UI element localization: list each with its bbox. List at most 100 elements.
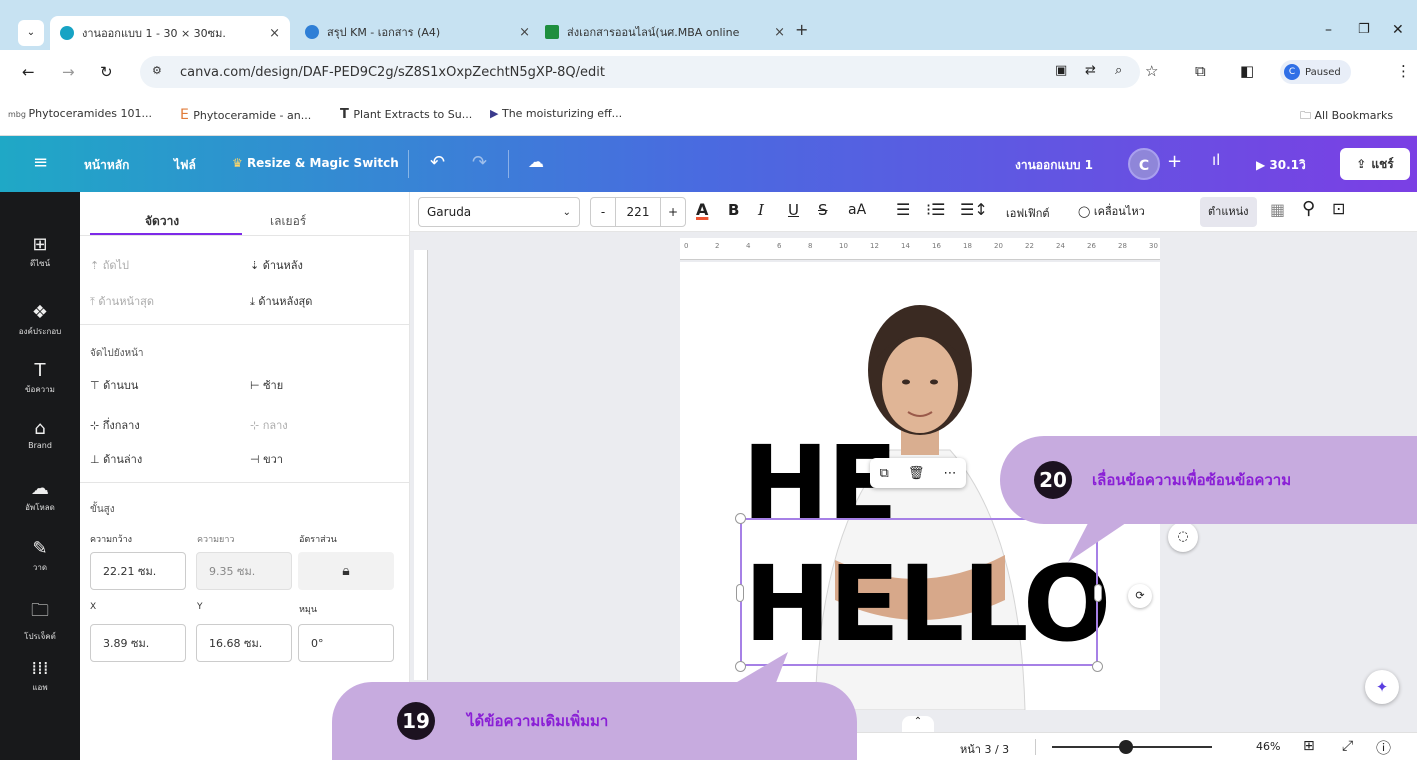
bold-icon[interactable]: B	[728, 201, 739, 219]
bookmark-phytoceramides[interactable]: mbg Phytoceramides 101...	[8, 107, 152, 120]
increase-size-button[interactable]: +	[661, 205, 685, 219]
position-button[interactable]: ตำแหน่ง	[1200, 197, 1257, 227]
tab-arrange[interactable]: จัดวาง	[145, 212, 179, 231]
bookmark-plant-extracts[interactable]: T Plant Extracts to Su...	[340, 107, 472, 122]
page-indicator[interactable]: หน้า 3 / 3	[960, 740, 1009, 758]
zoom-slider-knob[interactable]	[1118, 740, 1133, 754]
align-center-button[interactable]: ⊹ กลาง	[250, 416, 288, 434]
reload-icon[interactable]: ↻	[100, 63, 113, 81]
zoom-level[interactable]: 46%	[1256, 740, 1280, 753]
restore-icon[interactable]: ❐	[1358, 22, 1370, 37]
extensions-icon[interactable]: ⧉	[1195, 62, 1206, 80]
to-back-button[interactable]: ⤓ ด้านหลังสุด	[250, 292, 312, 310]
window-close-icon[interactable]: ✕	[1392, 22, 1404, 38]
forward-icon[interactable]: →	[62, 63, 75, 81]
rail-item-draw[interactable]: ✎ วาด	[0, 538, 80, 574]
tab-mba-online[interactable]: ส่งเอกสารออนไลน์(นศ.MBA online ×	[545, 18, 785, 46]
insights-icon[interactable]: ıl	[1212, 151, 1220, 169]
to-front-button[interactable]: ⤒ ด้านหน้าสุด	[90, 292, 154, 310]
add-people-icon[interactable]: +	[1167, 151, 1182, 172]
grid-view-icon[interactable]: ⊞	[1303, 738, 1315, 754]
translate-icon[interactable]: ⇄	[1085, 63, 1096, 78]
animate-button[interactable]: ◯ เคลื่อนไหว	[1078, 202, 1145, 220]
resize-handle[interactable]	[736, 584, 744, 602]
align-bottom-button[interactable]: ⊥ ด้านล่าง	[90, 450, 142, 468]
close-icon[interactable]: ×	[509, 25, 530, 40]
back-icon[interactable]: ←	[22, 63, 35, 81]
zoom-slider[interactable]	[1052, 740, 1212, 754]
hamburger-menu-icon[interactable]: ≡	[33, 152, 48, 173]
tab-km-document[interactable]: สรุป KM - เอกสาร (A4) ×	[305, 18, 530, 46]
fullscreen-icon[interactable]: ⤢	[1342, 738, 1353, 754]
minimize-icon[interactable]: –	[1325, 22, 1332, 38]
share-button[interactable]: ⇪ แชร์	[1340, 148, 1410, 180]
align-left-button[interactable]: ⊢ ซ้าย	[250, 376, 283, 394]
screenshot-icon[interactable]: ▣	[1055, 63, 1067, 78]
file-menu-button[interactable]: ไฟล์	[174, 156, 196, 175]
present-button[interactable]: ▶ 30.1วิ	[1256, 156, 1306, 175]
lock-icon[interactable]: ⊡	[1332, 199, 1345, 218]
rail-item-text[interactable]: T ข้อความ	[0, 360, 80, 396]
backward-button[interactable]: ⇣ ด้านหลัง	[250, 256, 303, 274]
selection-box[interactable]	[740, 518, 1098, 666]
design-title[interactable]: งานออกแบบ 1	[1015, 156, 1093, 175]
zoom-icon[interactable]: ⌕	[1115, 63, 1122, 78]
rail-item-elements[interactable]: ❖ องค์ประกอบ	[0, 302, 80, 338]
rail-item-brand[interactable]: ⌂ Brand	[0, 418, 80, 450]
resize-handle[interactable]	[1094, 584, 1102, 602]
site-info-icon[interactable]: ⚙	[152, 64, 162, 77]
trash-icon[interactable]: 🗑︎	[908, 466, 925, 481]
bookmark-phytoceramide[interactable]: E Phytoceramide - an...	[180, 107, 311, 123]
home-button[interactable]: หน้าหลัก	[84, 156, 129, 175]
rail-item-uploads[interactable]: ☁ อัพโหลด	[0, 478, 80, 514]
rail-item-design[interactable]: ⊞ ดีไซน์	[0, 234, 80, 270]
help-icon[interactable]: ⓘ	[1376, 737, 1391, 758]
effects-button[interactable]: เอฟเฟิกต์	[1006, 204, 1050, 222]
url-field[interactable]: ⚙ canva.com/design/DAF-PED9C2g/sZ8S1xOxp…	[140, 56, 1140, 88]
align-middle-button[interactable]: ⊹ กึ่งกลาง	[90, 416, 140, 434]
font-size-input[interactable]: 221	[615, 198, 661, 226]
magic-assistant-icon[interactable]: ✦	[1365, 670, 1399, 704]
list-icon[interactable]: ⁝☰	[926, 200, 945, 219]
x-field[interactable]: 3.89 ซม.	[90, 624, 186, 662]
close-icon[interactable]: ×	[764, 25, 785, 40]
resize-handle[interactable]	[735, 513, 746, 524]
rotate-field[interactable]: 0°	[298, 624, 394, 662]
tab-canva-design[interactable]: งานออกแบบ 1 - 30 × 30ซม. ×	[50, 16, 290, 50]
more-icon[interactable]: ⋯	[943, 466, 956, 481]
sidepanel-icon[interactable]: ◧	[1240, 62, 1254, 80]
case-button[interactable]: aA	[848, 202, 866, 218]
italic-icon[interactable]: I	[758, 201, 764, 219]
undo-icon[interactable]: ↶	[430, 152, 445, 173]
tab-layers[interactable]: เลเยอร์	[270, 212, 306, 231]
text-color-icon[interactable]: A	[696, 200, 708, 219]
resize-button[interactable]: ♛ Resize & Magic Switch	[232, 156, 399, 170]
align-right-button[interactable]: ⊣ ขวา	[250, 450, 283, 468]
y-field[interactable]: 16.68 ซม.	[196, 624, 292, 662]
transparency-icon[interactable]: ▦	[1270, 200, 1285, 219]
ratio-lock-button[interactable]: 🔒︎	[298, 552, 394, 590]
rotate-handle-icon[interactable]: ⟳	[1128, 584, 1152, 608]
duplicate-icon[interactable]: ⧉	[880, 466, 889, 481]
comment-icon[interactable]: ◌	[1168, 522, 1198, 552]
width-field[interactable]: 22.21 ซม.	[90, 552, 186, 590]
all-bookmarks[interactable]: 🗀 All Bookmarks	[1300, 107, 1393, 126]
rail-item-apps[interactable]: ⁞⁞⁞ แอพ	[0, 658, 80, 694]
close-icon[interactable]: ×	[259, 26, 280, 41]
decrease-size-button[interactable]: -	[591, 205, 615, 219]
rail-item-projects[interactable]: 🗀 โปรเจ็คต์	[0, 598, 80, 643]
font-select[interactable]: Garuda ⌄	[418, 197, 580, 227]
redo-icon[interactable]: ↷	[472, 152, 487, 173]
spacing-icon[interactable]: ☰↕	[960, 200, 988, 219]
profile-button[interactable]: C Paused	[1280, 60, 1351, 84]
tab-search-button[interactable]: ⌄	[18, 20, 44, 46]
align-top-button[interactable]: ⊤ ด้านบน	[90, 376, 138, 394]
cloud-saved-icon[interactable]: ☁	[528, 152, 544, 171]
avatar[interactable]: C	[1128, 148, 1160, 180]
resize-handle[interactable]	[1092, 661, 1103, 672]
strikethrough-icon[interactable]: S	[818, 201, 828, 219]
paint-format-icon[interactable]: ⚲	[1302, 198, 1315, 219]
align-text-icon[interactable]: ☰	[896, 200, 910, 219]
new-tab-button[interactable]: +	[795, 20, 808, 39]
bookmark-star-icon[interactable]: ☆	[1145, 62, 1158, 80]
